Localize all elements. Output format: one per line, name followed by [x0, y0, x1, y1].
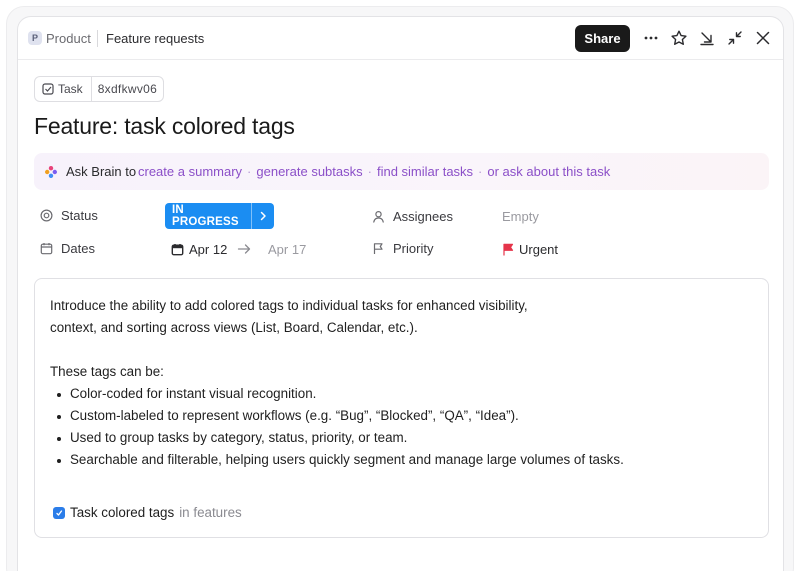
task-type[interactable]: Task — [35, 77, 92, 101]
ask-brain-label: Ask Brain to — [66, 164, 137, 179]
priority-field-label: Priority — [372, 241, 433, 256]
list-item: Searchable and filterable, helping users… — [50, 449, 624, 471]
status-value[interactable]: IN PROGRESS — [165, 204, 251, 228]
description-intro-line-2: context, and sorting across views (List,… — [50, 320, 418, 335]
space-icon[interactable]: P — [28, 31, 42, 45]
dates-field-label: Dates — [40, 241, 95, 256]
assignees-field-label: Assignees — [372, 209, 453, 224]
chevron-right-icon — [260, 211, 266, 221]
assignees-value[interactable]: Empty — [502, 209, 539, 224]
status-next-button[interactable] — [251, 203, 274, 229]
task-header: P Product Feature requests Share — [18, 17, 783, 60]
linked-task-location[interactable]: in features — [179, 505, 242, 520]
person-icon — [373, 210, 384, 223]
ask-brain-bar: Ask Brain to create a summary · generate s… — [34, 153, 769, 190]
task-title[interactable]: Feature: task colored tags — [34, 113, 295, 140]
ask-brain-actions: create a summary · generate subtasks · find … — [138, 164, 611, 179]
start-date-value: Apr 12 — [189, 242, 228, 257]
task-id[interactable]: 8xdfkwv06 — [92, 82, 163, 96]
status-field-label: Status — [40, 208, 98, 223]
list-item: Used to group tasks by category, status,… — [50, 427, 624, 449]
status-badge[interactable]: IN PROGRESS — [165, 203, 274, 229]
description-bullet-list: Color-coded for instant visual recogniti… — [50, 383, 624, 471]
download-icon[interactable] — [698, 29, 716, 47]
ask-brain-subtasks-link[interactable]: generate subtasks — [256, 164, 362, 179]
assignees-label: Assignees — [393, 209, 453, 224]
dates-label: Dates — [61, 241, 95, 256]
share-button[interactable]: Share — [575, 25, 630, 52]
status-icon — [40, 209, 53, 222]
ask-brain-similar-link[interactable]: find similar tasks — [377, 164, 473, 179]
task-type-label: Task — [58, 82, 83, 96]
close-icon[interactable] — [754, 29, 772, 47]
collapse-icon[interactable] — [726, 29, 744, 47]
linked-task[interactable]: Task colored tags in features — [53, 505, 242, 520]
breadcrumb-divider — [97, 30, 98, 47]
linked-task-name[interactable]: Task colored tags — [70, 505, 174, 520]
start-date[interactable]: Apr 12 — [171, 242, 227, 257]
priority-label: Priority — [393, 241, 434, 256]
urgent-flag-icon — [503, 243, 514, 256]
priority-value[interactable]: Urgent — [502, 242, 558, 257]
calendar-icon — [40, 243, 53, 255]
ask-brain-summary-link[interactable]: create a summary — [138, 164, 242, 179]
due-date[interactable]: Apr 17 — [268, 242, 306, 257]
task-check-icon — [42, 83, 54, 95]
brain-sparkle-icon — [45, 166, 57, 178]
star-icon[interactable] — [670, 29, 688, 47]
task-modal: P Product Feature requests Share Task 8x… — [17, 16, 784, 571]
status-label: Status — [61, 208, 98, 223]
description-list-heading: These tags can be: — [50, 364, 164, 379]
task-id-pill[interactable]: Task 8xdfkwv06 — [34, 76, 165, 102]
flag-outline-icon — [373, 243, 383, 254]
list-item: Color-coded for instant visual recogniti… — [50, 383, 624, 405]
ask-brain-ask-link[interactable]: or ask about this task — [487, 164, 610, 179]
arrow-right-icon — [237, 244, 251, 254]
linked-task-icon — [53, 506, 65, 519]
priority-value-label: Urgent — [519, 242, 559, 257]
breadcrumb-list[interactable]: Feature requests — [106, 31, 204, 46]
calendar-filled-icon — [171, 244, 184, 256]
description-intro-line-1: Introduce the ability to add colored tag… — [50, 298, 528, 313]
list-item: Custom-labeled to represent workflows (e… — [50, 405, 624, 427]
task-description[interactable]: Introduce the ability to add colored tag… — [34, 278, 769, 538]
breadcrumb-space[interactable]: Product — [46, 31, 91, 46]
more-icon[interactable] — [642, 29, 660, 47]
